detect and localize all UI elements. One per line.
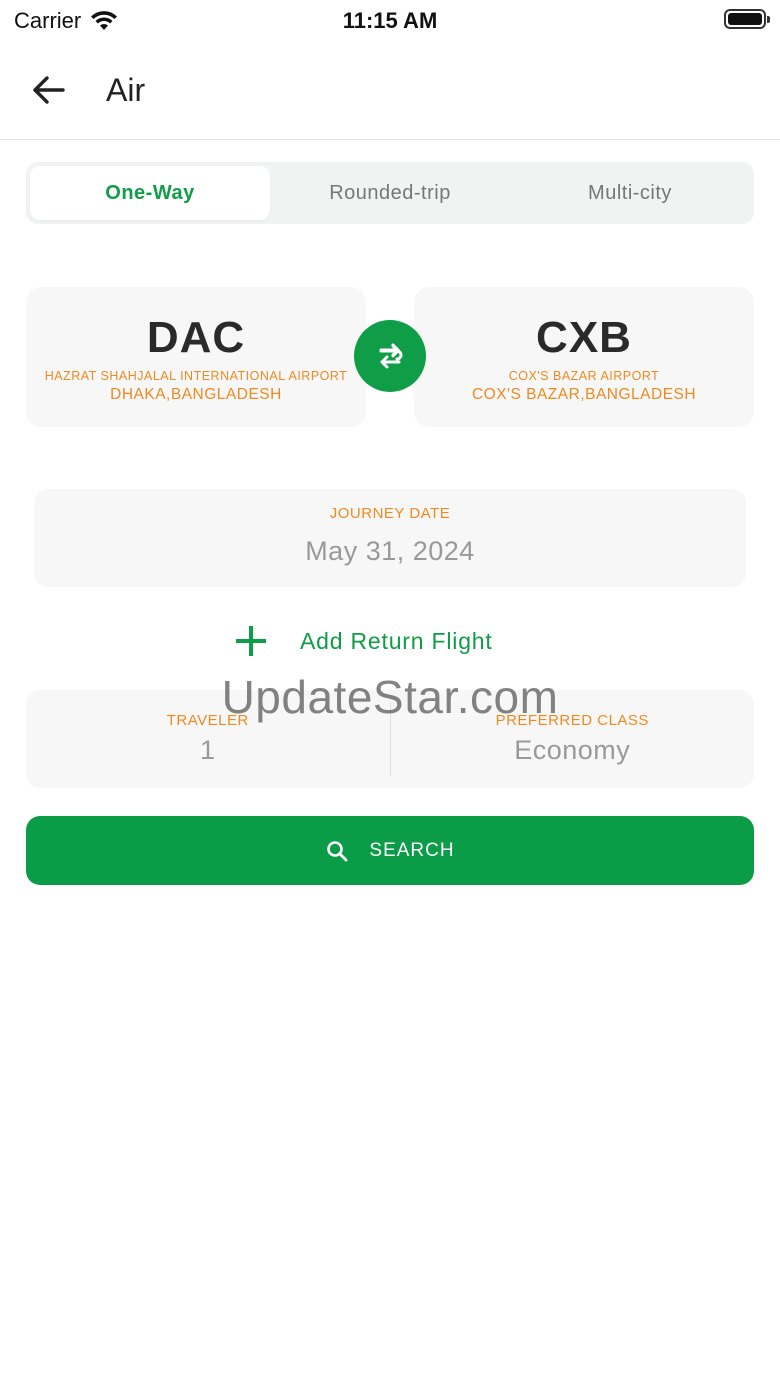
swap-arrows-icon xyxy=(379,343,403,369)
journey-date-value: May 31, 2024 xyxy=(305,536,475,566)
search-button[interactable]: SEARCH xyxy=(26,816,754,885)
from-airport-city: DHAKA,BANGLADESH xyxy=(110,386,282,403)
page-title: Air xyxy=(106,72,146,108)
search-button-label: SEARCH xyxy=(369,839,455,861)
to-airport-name: COX'S BAZAR AIRPORT xyxy=(508,369,660,383)
preferred-class-value: Economy xyxy=(514,735,631,765)
from-airport-card[interactable]: DAC HAZRAT SHAHJALAL INTERNATIONAL AIRPO… xyxy=(26,287,366,427)
arrow-left-icon xyxy=(33,76,65,104)
back-button[interactable] xyxy=(26,70,72,110)
tab-one-way[interactable]: One-Way xyxy=(30,166,270,220)
status-time: 11:15 AM xyxy=(342,8,438,33)
plus-icon xyxy=(230,620,272,662)
traveler-class-card: TRAVELER 1 PREFERRED CLASS Economy xyxy=(26,690,754,788)
traveler-field[interactable]: TRAVELER 1 xyxy=(26,690,390,788)
journey-date-field[interactable]: JOURNEY DATE May 31, 2024 xyxy=(34,489,746,587)
to-airport-city: COX'S BAZAR,BANGLADESH xyxy=(471,386,697,403)
preferred-class-label: PREFERRED CLASS xyxy=(495,712,649,729)
search-icon xyxy=(327,840,348,861)
tab-multi-city[interactable]: Multi-city xyxy=(510,166,750,220)
preferred-class-field[interactable]: PREFERRED CLASS Economy xyxy=(391,690,755,788)
add-return-flight-label: Add Return Flight xyxy=(300,627,493,654)
to-airport-card[interactable]: CXB COX'S BAZAR AIRPORT COX'S BAZAR,BANG… xyxy=(414,287,754,427)
swap-airports-button[interactable] xyxy=(354,320,426,392)
trip-type-tabs: One-Way Rounded-trip Multi-city xyxy=(26,162,754,224)
status-bar: Carrier 11:15 AM xyxy=(0,0,780,40)
to-airport-code: CXB xyxy=(536,313,632,362)
traveler-label: TRAVELER xyxy=(166,712,249,729)
tab-rounded-trip[interactable]: Rounded-trip xyxy=(270,166,510,220)
traveler-value: 1 xyxy=(199,735,216,765)
add-return-flight-button[interactable]: Add Return Flight xyxy=(230,620,493,662)
journey-date-label: JOURNEY DATE xyxy=(329,505,451,522)
from-airport-code: DAC xyxy=(146,313,246,362)
battery-icon xyxy=(724,9,770,29)
from-airport-name: HAZRAT SHAHJALAL INTERNATIONAL AIRPORT xyxy=(44,369,348,383)
app-bar: Air xyxy=(0,50,780,140)
